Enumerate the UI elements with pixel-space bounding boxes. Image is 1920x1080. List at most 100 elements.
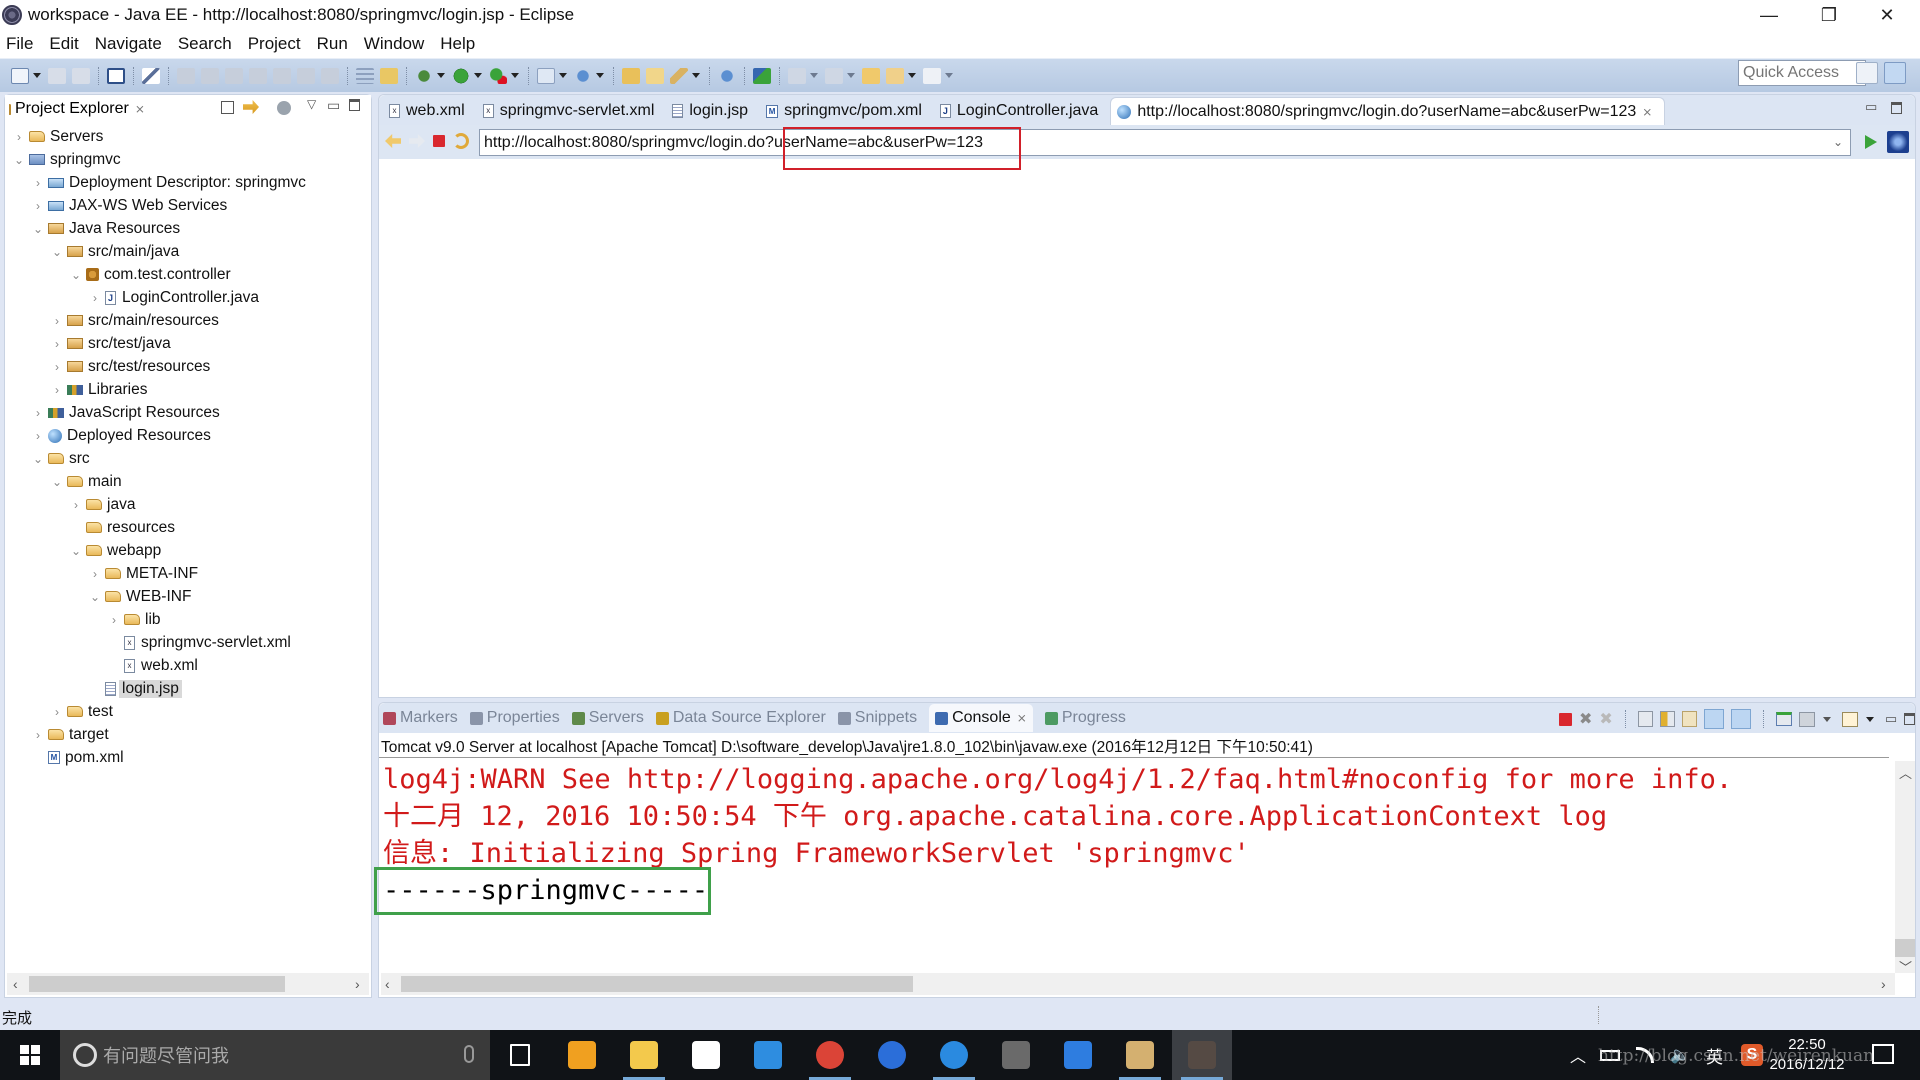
browser-stop-icon[interactable]	[433, 135, 445, 147]
run-icon[interactable]	[452, 67, 470, 84]
scroll-thumb[interactable]	[401, 976, 913, 992]
menu-edit[interactable]: Edit	[49, 34, 78, 54]
project-explorer-tab[interactable]: Project Explorer ⨯	[9, 100, 145, 118]
chevron-down-icon[interactable]: ⌄	[70, 268, 82, 282]
previous-annotation-icon[interactable]	[825, 67, 843, 84]
remove-all-terminated-icon[interactable]: ✖	[1599, 709, 1612, 729]
chevron-right-icon[interactable]: ›	[70, 498, 82, 512]
tree-item[interactable]: x web.xml	[5, 654, 371, 677]
chevron-right-icon[interactable]: ›	[32, 728, 44, 742]
chevron-down-icon[interactable]: ⌄	[51, 475, 63, 489]
minimize-editor-icon[interactable]: ▭	[1865, 99, 1877, 115]
chevron-right-icon[interactable]: ›	[32, 406, 44, 420]
menu-navigate[interactable]: Navigate	[95, 34, 162, 54]
browser-back-icon[interactable]	[385, 134, 401, 148]
taskbar-app-internet-explorer[interactable]	[924, 1030, 984, 1080]
tree-item[interactable]: › META-INF	[5, 562, 371, 585]
filters-icon[interactable]	[277, 101, 291, 115]
scroll-left-icon[interactable]: ‹	[385, 973, 390, 995]
menu-window[interactable]: Window	[364, 34, 424, 54]
minimize-console-icon[interactable]: ▭	[1885, 711, 1897, 727]
tree-item[interactable]: login.jsp	[5, 677, 371, 700]
show-hidden-icons[interactable]: ︿	[1570, 1043, 1586, 1067]
browser-page-content[interactable]	[379, 159, 1915, 697]
url-history-dropdown[interactable]: ⌄	[1833, 135, 1843, 149]
chevron-right-icon[interactable]: ›	[51, 337, 63, 351]
taskbar-app-chrome[interactable]	[800, 1030, 860, 1080]
console-horizontal-scrollbar[interactable]: ‹ ›	[381, 973, 1895, 995]
editor-tab[interactable]: http://localhost:8080/springmvc/login.do…	[1110, 97, 1666, 125]
maximize-editor-icon[interactable]	[1891, 102, 1902, 114]
save-icon[interactable]	[48, 67, 66, 84]
save-all-icon[interactable]	[72, 67, 90, 84]
new-dropdown[interactable]	[33, 73, 41, 78]
tree-item[interactable]: ⌄ src	[5, 447, 371, 470]
restore-button[interactable]: ❐	[1800, 0, 1858, 30]
taskbar-app-app-blue[interactable]	[738, 1030, 798, 1080]
tree-item[interactable]: ⌄ Java Resources	[5, 217, 371, 240]
tree-item[interactable]: ⌄ springmvc	[5, 148, 371, 171]
forward-dropdown[interactable]	[945, 73, 953, 78]
chevron-down-icon[interactable]: ⌄	[51, 245, 63, 259]
tree-item[interactable]: › test	[5, 700, 371, 723]
tree-item[interactable]: › Deployed Resources	[5, 424, 371, 447]
chevron-down-icon[interactable]: ⌄	[70, 544, 82, 558]
browser-favorite-icon[interactable]	[1887, 131, 1909, 153]
maximize-console-icon[interactable]	[1904, 713, 1916, 725]
close-tab-icon[interactable]: ⨯	[1642, 105, 1652, 119]
microphone-icon[interactable]	[464, 1045, 474, 1063]
explorer-horizontal-scrollbar[interactable]: ‹ ›	[7, 973, 369, 995]
scroll-up-icon[interactable]: ︿	[1899, 763, 1912, 782]
new-java-class-icon[interactable]	[574, 67, 592, 84]
test-web-services-icon[interactable]	[753, 67, 771, 84]
terminate-icon[interactable]	[225, 67, 243, 84]
chevron-right-icon[interactable]: ›	[32, 429, 44, 443]
tree-item[interactable]: x springmvc-servlet.xml	[5, 631, 371, 654]
open-task-icon[interactable]	[646, 67, 664, 84]
previous-annotation-dropdown[interactable]	[847, 73, 855, 78]
display-selected-console-icon[interactable]	[1798, 711, 1815, 727]
next-annotation-icon[interactable]	[788, 67, 806, 84]
display-console-dropdown[interactable]	[1822, 716, 1831, 722]
new-class-dropdown[interactable]	[596, 73, 604, 78]
close-tab-icon[interactable]: ⨯	[1017, 711, 1027, 725]
view-tab-servers[interactable]: Servers	[571, 704, 644, 732]
remove-launch-icon[interactable]: ✖	[1579, 709, 1592, 729]
scroll-right-icon[interactable]: ›	[355, 973, 360, 995]
chevron-right-icon[interactable]: ›	[51, 314, 63, 328]
back-icon[interactable]	[886, 67, 904, 84]
open-perspective-icon[interactable]	[1856, 62, 1878, 84]
run-external-tools-icon[interactable]	[489, 67, 507, 84]
editor-tab[interactable]: x springmvc-servlet.xml	[477, 97, 667, 125]
chevron-right-icon[interactable]: ›	[89, 567, 101, 581]
taskbar-app-sogou-browser[interactable]	[862, 1030, 922, 1080]
chevron-down-icon[interactable]: ⌄	[89, 590, 101, 604]
use-step-filters-icon[interactable]	[356, 67, 374, 84]
taskbar-app-kugou-music[interactable]	[552, 1030, 612, 1080]
start-button[interactable]	[0, 1030, 60, 1080]
chevron-right-icon[interactable]: ›	[32, 199, 44, 213]
chevron-down-icon[interactable]: ⌄	[32, 222, 44, 236]
word-wrap-icon[interactable]	[1681, 711, 1697, 727]
menu-project[interactable]: Project	[248, 34, 301, 54]
tree-item[interactable]: ⌄ WEB-INF	[5, 585, 371, 608]
external-tools-dropdown[interactable]	[511, 73, 519, 78]
last-edit-location-icon[interactable]	[862, 67, 880, 84]
taskbar-app-store[interactable]	[676, 1030, 736, 1080]
collapse-all-icon[interactable]	[221, 101, 234, 114]
browser-go-icon[interactable]	[1865, 135, 1877, 149]
tree-item[interactable]: › src/main/resources	[5, 309, 371, 332]
tree-item[interactable]: ⌄ com.test.controller	[5, 263, 371, 286]
new-server-dropdown[interactable]	[559, 73, 567, 78]
terminate-icon[interactable]	[1559, 712, 1572, 726]
resume-icon[interactable]	[177, 67, 195, 84]
scroll-down-icon[interactable]: ﹀	[1899, 957, 1912, 976]
debug-icon[interactable]	[415, 67, 433, 84]
browser-refresh-icon[interactable]	[453, 133, 469, 149]
next-annotation-dropdown[interactable]	[810, 73, 818, 78]
scroll-left-icon[interactable]: ‹	[13, 973, 18, 995]
clear-console-icon[interactable]	[1637, 711, 1653, 727]
view-tab-console[interactable]: Console ⨯	[929, 704, 1033, 732]
action-center-icon[interactable]	[1872, 1044, 1894, 1064]
menu-file[interactable]: File	[6, 34, 33, 54]
